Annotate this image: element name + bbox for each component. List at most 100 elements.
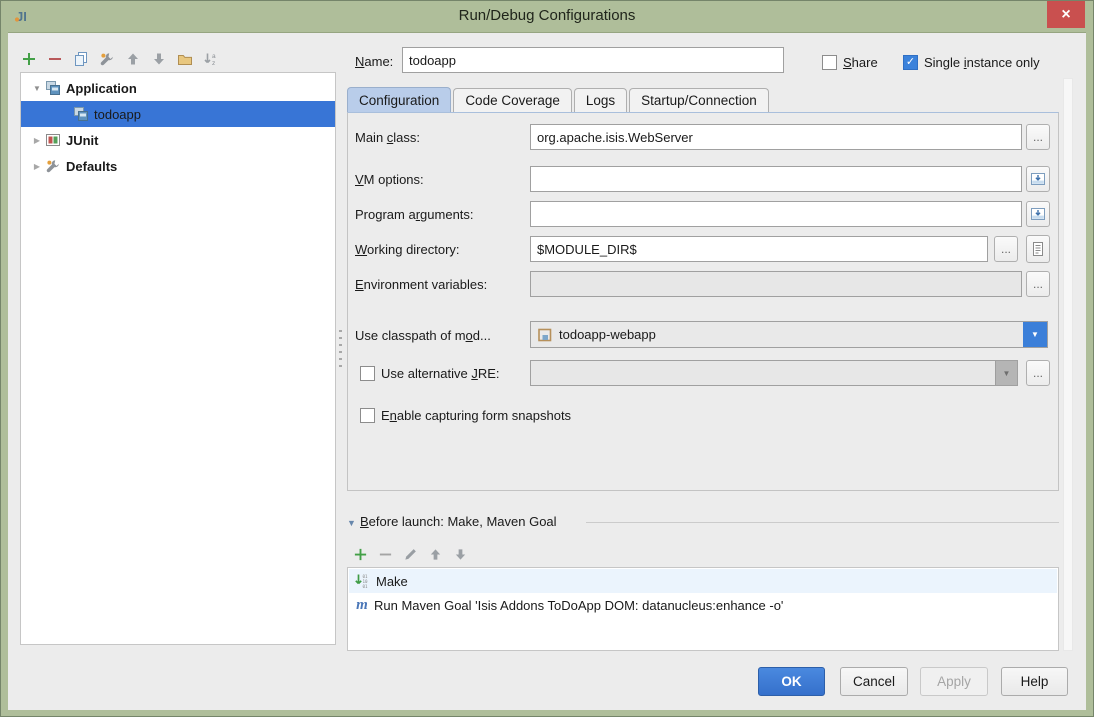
sort-az-icon: a z (203, 51, 219, 67)
enable-snapshots-checkbox[interactable] (360, 408, 375, 423)
main-class-input[interactable] (530, 124, 1022, 150)
enable-snapshots-label[interactable]: Enable capturing form snapshots (381, 408, 571, 423)
task-label: Run Maven Goal 'Isis Addons ToDoApp DOM:… (374, 598, 783, 613)
make-task-item[interactable]: 01 10 01 Make (349, 569, 1057, 593)
tree-item-label: Application (66, 81, 137, 96)
alternative-jre-label[interactable]: Use alternative JRE: (381, 366, 500, 381)
expand-open-icon[interactable]: ▼ (29, 84, 45, 93)
single-instance-label[interactable]: Single instance only (924, 55, 1040, 70)
label-part: guments: (420, 207, 473, 222)
share-checkbox[interactable] (822, 55, 837, 70)
working-directory-browse-button[interactable]: ... (994, 236, 1018, 262)
arrow-down-icon (151, 51, 167, 67)
plus-icon (353, 547, 368, 562)
share-label[interactable]: Share (843, 55, 878, 70)
single-instance-checkbox[interactable]: ✓ (903, 55, 918, 70)
create-folder-button[interactable] (175, 49, 195, 69)
ellipsis-icon: ... (1033, 277, 1043, 291)
edit-defaults-button[interactable] (97, 49, 117, 69)
module-icon (537, 327, 553, 343)
task-label: Make (376, 574, 408, 589)
button-label: Apply (937, 674, 971, 689)
vm-options-input[interactable] (530, 166, 1022, 192)
ellipsis-icon: ... (1033, 130, 1043, 144)
check-icon: ✓ (906, 56, 915, 68)
before-launch-edit-button[interactable] (400, 544, 420, 564)
tab-logs[interactable]: Logs (574, 88, 627, 113)
help-button[interactable]: Help (1001, 667, 1068, 696)
program-arguments-input[interactable] (530, 201, 1022, 227)
before-launch-remove-button[interactable] (375, 544, 395, 564)
close-button[interactable]: × (1047, 1, 1085, 28)
tab-label: Configuration (359, 93, 439, 108)
environment-variables-input (530, 271, 1022, 297)
label-part: efore launch: Make, Maven Goal (369, 514, 557, 529)
tree-item-todoapp[interactable]: todoapp (21, 101, 335, 127)
working-directory-label: Working directory: (355, 242, 460, 257)
label-part: Use classpath of m (355, 328, 466, 343)
maven-task-item[interactable]: m Run Maven Goal 'Isis Addons ToDoApp DO… (349, 593, 1057, 617)
scrollbar-track[interactable] (1063, 78, 1073, 651)
tab-bar: Configuration Code Coverage Logs Startup… (347, 87, 771, 113)
main-class-browse-button[interactable]: ... (1026, 124, 1050, 150)
vm-options-expand-button[interactable] (1026, 166, 1050, 192)
tree-item-label: Defaults (66, 159, 117, 174)
alternative-jre-checkbox[interactable] (360, 366, 375, 381)
environment-variables-browse-button[interactable]: ... (1026, 271, 1050, 297)
tree-item-defaults[interactable]: ▶ Defaults (21, 153, 335, 179)
tree-item-application[interactable]: ▼ Application (21, 75, 335, 101)
button-label: Help (1021, 674, 1049, 689)
title-bar[interactable]: JI Run/Debug Configurations × (0, 0, 1094, 32)
tab-startup-connection[interactable]: Startup/Connection (629, 88, 769, 113)
mnemonic: B (360, 514, 369, 529)
collapse-triangle-icon[interactable]: ▼ (347, 518, 356, 528)
maven-icon: m (354, 597, 370, 614)
expand-closed-icon[interactable]: ▶ (29, 136, 45, 145)
cancel-button[interactable]: Cancel (840, 667, 908, 696)
arrow-down-icon (453, 547, 468, 562)
folder-icon (177, 51, 193, 67)
ellipsis-icon: ... (1001, 242, 1011, 256)
remove-configuration-button[interactable] (45, 49, 65, 69)
combobox-arrow-icon: ▼ (995, 361, 1017, 385)
splitter-handle[interactable] (339, 330, 342, 368)
arrow-up-icon (428, 547, 443, 562)
move-up-button[interactable] (123, 49, 143, 69)
window-title: Run/Debug Configurations (0, 7, 1094, 24)
mnemonic: W (355, 242, 367, 257)
tree-item-junit[interactable]: ▶ JUnit (21, 127, 335, 153)
label-part: d... (473, 328, 491, 343)
add-configuration-button[interactable] (19, 49, 39, 69)
classpath-module-combobox[interactable]: todoapp-webapp ▼ (530, 321, 1048, 348)
tab-label: Startup/Connection (641, 93, 757, 108)
mnemonic: V (355, 172, 364, 187)
before-launch-move-up-button[interactable] (425, 544, 445, 564)
label-part: nvironment variables: (364, 277, 488, 292)
ok-button[interactable]: OK (758, 667, 825, 696)
before-launch-move-down-button[interactable] (450, 544, 470, 564)
wrench-icon (99, 51, 115, 67)
before-launch-add-button[interactable] (350, 544, 370, 564)
sort-configurations-button[interactable]: a z (201, 49, 221, 69)
minus-icon (378, 547, 393, 562)
working-directory-macros-button[interactable] (1026, 235, 1050, 263)
pencil-icon (403, 547, 418, 562)
configurations-tree: ▼ Application todoapp ▶ JUnit ▶ Defaults (20, 72, 336, 645)
tree-item-label: todoapp (94, 107, 141, 122)
mnemonic: E (355, 277, 364, 292)
run-debug-configurations-dialog: JI Run/Debug Configurations × a (0, 0, 1094, 717)
apply-button[interactable]: Apply (920, 667, 988, 696)
alternative-jre-browse-button[interactable]: ... (1026, 360, 1050, 386)
move-down-button[interactable] (149, 49, 169, 69)
program-arguments-expand-button[interactable] (1026, 201, 1050, 227)
label-part: able capturing form snapshots (397, 408, 571, 423)
copy-configuration-button[interactable] (71, 49, 91, 69)
mnemonic: o (466, 328, 473, 343)
tab-code-coverage[interactable]: Code Coverage (453, 88, 572, 113)
working-directory-input[interactable] (530, 236, 988, 262)
expand-closed-icon[interactable]: ▶ (29, 162, 45, 171)
combobox-arrow-icon[interactable]: ▼ (1023, 322, 1047, 347)
name-input[interactable] (402, 47, 784, 73)
tab-configuration[interactable]: Configuration (347, 87, 451, 113)
mnemonic: n (390, 408, 397, 423)
